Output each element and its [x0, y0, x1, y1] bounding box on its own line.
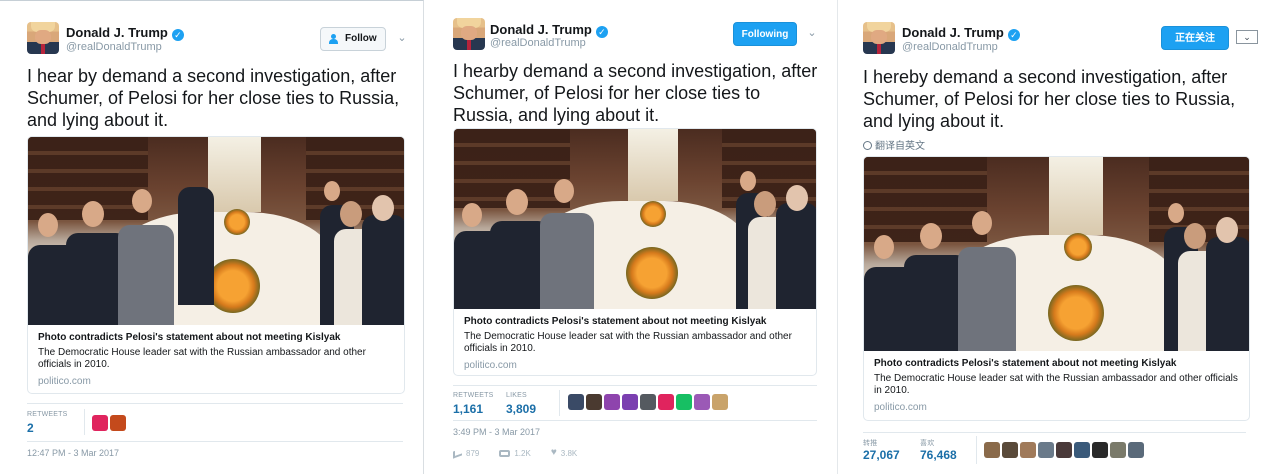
user-avatar[interactable] [712, 394, 728, 410]
tweet-timestamp[interactable]: 12:47 PM - 3 Mar 2017 [27, 448, 119, 458]
following-button[interactable]: 正在关注 [1161, 26, 1229, 50]
tweet-panel-3: Donald J. Trump ✓ @realDonaldTrump 正在关注 ⌄… [846, 0, 1266, 474]
user-avatar[interactable] [1110, 442, 1126, 458]
profile-avatar[interactable] [453, 18, 485, 50]
card-description: The Democratic House leader sat with the… [874, 373, 1238, 396]
verified-badge-icon: ✓ [1007, 29, 1020, 41]
tweet-actions: 879 1.2K ♥ 3.8K [453, 447, 577, 459]
retweets-label: 转推 [863, 440, 878, 447]
verified-badge-icon: ✓ [171, 29, 184, 41]
card-title: Photo contradicts Pelosi's statement abo… [874, 358, 1177, 369]
card-photo [864, 157, 1249, 351]
display-name[interactable]: Donald J. Trump ✓ [66, 25, 184, 41]
user-handle[interactable]: @realDonaldTrump [490, 37, 586, 49]
retweet-icon [499, 449, 511, 457]
retweeter-avatars[interactable] [92, 415, 126, 431]
divider [976, 436, 977, 464]
follow-button[interactable]: Follow [320, 27, 386, 51]
profile-avatar[interactable] [27, 22, 59, 54]
retweets-label: RETWEETS [453, 392, 494, 399]
card-title: Photo contradicts Pelosi's statement abo… [464, 316, 767, 327]
link-card[interactable]: Photo contradicts Pelosi's statement abo… [863, 156, 1250, 421]
divider [863, 432, 1246, 433]
follow-person-icon [329, 34, 339, 44]
user-handle[interactable]: @realDonaldTrump [66, 41, 162, 53]
divider [27, 441, 403, 442]
chevron-down-icon[interactable]: ⌄ [806, 28, 818, 39]
likes-label: 喜欢 [920, 440, 935, 447]
user-handle[interactable]: @realDonaldTrump [902, 41, 998, 53]
translate-link[interactable]: 翻译自英文 [863, 137, 925, 152]
card-title: Photo contradicts Pelosi's statement abo… [38, 332, 341, 343]
card-domain: politico.com [464, 360, 517, 371]
user-avatar[interactable] [1128, 442, 1144, 458]
user-avatar[interactable] [658, 394, 674, 410]
tweet-panel-1: Donald J. Trump ✓ @realDonaldTrump Follow… [0, 0, 424, 474]
retweet-action[interactable]: 1.2K [499, 449, 531, 458]
tweet-text: I hereby demand a second investigation, … [863, 67, 1236, 131]
display-name[interactable]: Donald J. Trump ✓ [902, 25, 1020, 41]
user-avatar[interactable] [694, 394, 710, 410]
user-avatar[interactable] [1038, 442, 1054, 458]
tweet-panel-2: Donald J. Trump ✓ @realDonaldTrump Follow… [432, 0, 838, 474]
retweets-count[interactable]: 1,161 [453, 402, 483, 416]
card-description: The Democratic House leader sat with the… [464, 331, 792, 354]
user-avatar[interactable] [1002, 442, 1018, 458]
card-domain: politico.com [874, 402, 927, 413]
heart-icon: ♥ [550, 447, 557, 458]
user-avatar[interactable] [586, 394, 602, 410]
divider [453, 420, 817, 421]
liker-avatars[interactable] [568, 394, 728, 410]
display-name[interactable]: Donald J. Trump ✓ [490, 22, 608, 38]
card-description: The Democratic House leader sat with the… [38, 347, 366, 370]
likes-count[interactable]: 76,468 [920, 448, 957, 462]
user-avatar[interactable] [568, 394, 584, 410]
user-avatar[interactable] [1056, 442, 1072, 458]
user-avatar[interactable] [1020, 442, 1036, 458]
tweet-text: I hear by demand a second investigation,… [27, 66, 400, 130]
user-avatar[interactable] [1074, 442, 1090, 458]
retweets-count[interactable]: 27,067 [863, 448, 900, 462]
user-avatar[interactable] [640, 394, 656, 410]
tweet-timestamp[interactable]: 3:49 PM - 3 Mar 2017 [453, 427, 540, 437]
card-photo [28, 137, 404, 325]
retweets-label: RETWEETS [27, 411, 68, 418]
user-avatar[interactable] [1092, 442, 1108, 458]
user-avatar[interactable] [110, 415, 126, 431]
following-button[interactable]: Following [733, 22, 797, 46]
link-card[interactable]: Photo contradicts Pelosi's statement abo… [27, 136, 405, 394]
chevron-down-icon[interactable]: ⌄ [396, 33, 408, 44]
card-photo [454, 129, 816, 309]
likes-count[interactable]: 3,809 [506, 402, 536, 416]
like-action[interactable]: ♥ 3.8K [551, 448, 577, 458]
tweet-text: I hearby demand a second investigation, … [453, 61, 818, 125]
user-avatar[interactable] [622, 394, 638, 410]
retweets-count[interactable]: 2 [27, 421, 34, 435]
user-avatar[interactable] [676, 394, 692, 410]
liker-avatars[interactable] [984, 442, 1144, 458]
divider [27, 403, 403, 404]
divider [559, 390, 560, 416]
divider [453, 385, 817, 386]
globe-icon [863, 141, 872, 150]
divider [84, 409, 85, 435]
likes-label: LIKES [506, 392, 527, 399]
reply-icon [453, 447, 462, 459]
profile-avatar[interactable] [863, 22, 895, 54]
link-card[interactable]: Photo contradicts Pelosi's statement abo… [453, 128, 817, 376]
user-avatar[interactable] [604, 394, 620, 410]
user-avatar[interactable] [92, 415, 108, 431]
verified-badge-icon: ✓ [595, 26, 608, 38]
reply-action[interactable]: 879 [453, 447, 479, 459]
card-domain: politico.com [38, 376, 91, 387]
chevron-down-icon[interactable]: ⌄ [1236, 30, 1258, 44]
user-avatar[interactable] [984, 442, 1000, 458]
